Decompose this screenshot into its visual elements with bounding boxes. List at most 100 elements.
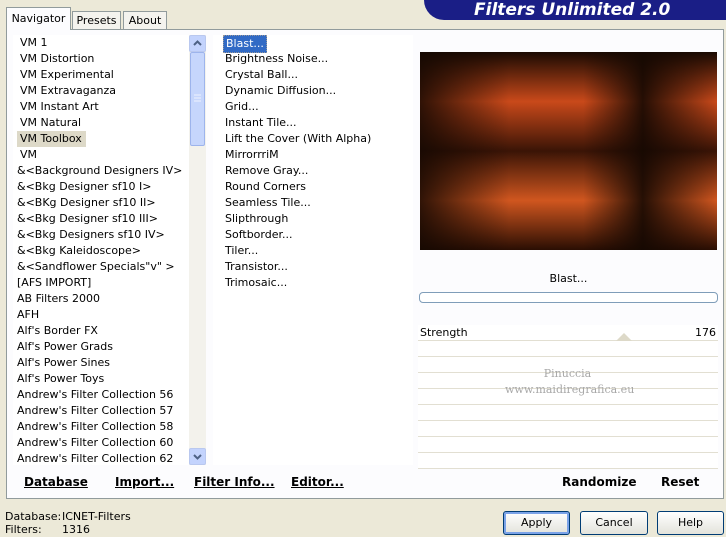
filters-label: Filters:	[5, 523, 42, 536]
filter-item[interactable]: Brightness Noise...	[223, 51, 413, 67]
scroll-thumb[interactable]	[190, 52, 205, 146]
filter-item[interactable]: Transistor...	[223, 259, 413, 275]
category-item[interactable]: Andrew's Filter Collection 57	[17, 403, 206, 419]
filter-item[interactable]: Round Corners	[223, 179, 413, 195]
category-item[interactable]: &<Background Designers IV>	[17, 163, 206, 179]
filter-item[interactable]: Instant Tile...	[223, 115, 413, 131]
category-item-label: Andrew's Filter Collection 62	[17, 452, 174, 465]
filter-item[interactable]: Blast...	[223, 35, 413, 53]
category-item[interactable]: Alf's Power Grads	[17, 339, 206, 355]
preview-filter-name: Blast...	[549, 272, 588, 285]
watermark-line: Pinuccia	[543, 367, 592, 380]
help-button[interactable]: Help	[657, 511, 724, 535]
filter-item[interactable]: Slipthrough	[223, 211, 413, 227]
filter-item[interactable]: Tiler...	[223, 243, 413, 259]
filter-item-label: MirrorrriM	[225, 148, 279, 161]
tab-navigator[interactable]: Navigator	[6, 7, 71, 30]
category-item[interactable]: AFH	[17, 307, 206, 323]
category-item[interactable]: Alf's Power Toys	[17, 371, 206, 387]
filter-item[interactable]: Remove Gray...	[223, 163, 413, 179]
category-item-label: &<Sandflower Specials"v" >	[17, 260, 175, 273]
category-item-label: VM Distortion	[20, 52, 95, 65]
category-item-label: [AFS IMPORT]	[17, 276, 92, 289]
category-item[interactable]: &<Bkg Designer sf10 I>	[17, 179, 206, 195]
param-row-empty	[418, 341, 718, 357]
filter-item-label: Transistor...	[225, 260, 288, 273]
filter-item-label: Brightness Noise...	[225, 52, 329, 65]
category-list[interactable]: VM 1 VM Distortion VM Experimental VM Extra…	[13, 35, 206, 465]
tab-presets[interactable]: Presets	[72, 11, 121, 30]
scroll-up-button[interactable]	[189, 35, 206, 52]
category-item[interactable]: VM	[17, 147, 206, 163]
category-item[interactable]: VM 1	[17, 35, 206, 51]
filter-info-button[interactable]: Filter Info...	[194, 475, 275, 489]
param-row-empty	[418, 421, 718, 437]
category-item[interactable]: &<BKg Designer sf10 II>	[17, 195, 206, 211]
filter-item[interactable]: Crystal Ball...	[223, 67, 413, 83]
category-item-label: Andrew's Filter Collection 57	[17, 404, 174, 417]
filter-item[interactable]: Trimosaic...	[223, 275, 413, 291]
category-item-label: VM 1	[20, 36, 48, 49]
category-item-label: VM Instant Art	[20, 100, 99, 113]
reset-button[interactable]: Reset	[661, 475, 699, 489]
import-button[interactable]: Import...	[115, 475, 174, 489]
chevron-up-icon	[193, 40, 202, 46]
database-label: Database:	[5, 510, 62, 523]
category-item[interactable]: VM Distortion	[17, 51, 206, 67]
editor-button[interactable]: Editor...	[291, 475, 344, 489]
category-item[interactable]: VM Experimental	[17, 67, 206, 83]
category-item[interactable]: Andrew's Filter Collection 58	[17, 419, 206, 435]
filters-count: 1316	[62, 523, 90, 536]
filter-item[interactable]: Lift the Cover (With Alpha)	[223, 131, 413, 147]
category-item-label: &<Bkg Kaleidoscope>	[17, 244, 142, 257]
tab-about[interactable]: About	[123, 11, 167, 30]
category-item[interactable]: VM Toolbox	[17, 131, 206, 147]
category-item-label: Andrew's Filter Collection 58	[17, 420, 174, 433]
category-item[interactable]: &<Bkg Designer sf10 III>	[17, 211, 206, 227]
category-item-label: Alf's Power Sines	[17, 356, 110, 369]
category-item[interactable]: &<Sandflower Specials"v" >	[17, 259, 206, 275]
app-title: Filters Unlimited 2.0	[474, 0, 671, 20]
scroll-down-button[interactable]	[189, 448, 206, 465]
category-item[interactable]: Andrew's Filter Collection 62	[17, 451, 206, 465]
param-slider-strength[interactable]: Strength 176	[418, 325, 718, 341]
category-item-label: VM Experimental	[20, 68, 114, 81]
category-item[interactable]: &<Bkg Designers sf10 IV>	[17, 227, 206, 243]
category-item-label: &<Bkg Designer sf10 I>	[17, 180, 152, 193]
watermark: Pinuccia www.maidiregrafica.eu	[505, 366, 634, 398]
slider-thumb-icon[interactable]	[616, 333, 632, 341]
category-item[interactable]: VM Instant Art	[17, 99, 206, 115]
category-item[interactable]: &<Bkg Kaleidoscope>	[17, 243, 206, 259]
filter-item-label: Round Corners	[225, 180, 307, 193]
param-row-empty	[418, 437, 718, 453]
category-item[interactable]: Alf's Power Sines	[17, 355, 206, 371]
category-item-label: AB Filters 2000	[17, 292, 101, 305]
category-item-label: Andrew's Filter Collection 56	[17, 388, 174, 401]
filter-item-label: Crystal Ball...	[225, 68, 298, 81]
category-item[interactable]: VM Natural	[17, 115, 206, 131]
category-item[interactable]: Andrew's Filter Collection 60	[17, 435, 206, 451]
apply-button[interactable]: Apply	[503, 511, 570, 535]
category-item-label: VM Extravaganza	[20, 84, 117, 97]
randomize-button[interactable]: Randomize	[562, 475, 636, 489]
category-item[interactable]: AB Filters 2000	[17, 291, 206, 307]
filter-item[interactable]: Dynamic Diffusion...	[223, 83, 413, 99]
category-item-label: AFH	[17, 308, 40, 321]
param-row-empty	[418, 453, 718, 469]
category-item[interactable]: [AFS IMPORT]	[17, 275, 206, 291]
filter-item-label: Softborder...	[225, 228, 293, 241]
filter-item[interactable]: Grid...	[223, 99, 413, 115]
filter-item[interactable]: Softborder...	[223, 227, 413, 243]
database-button[interactable]: Database	[24, 475, 88, 489]
filter-item-label: Remove Gray...	[225, 164, 309, 177]
category-item[interactable]: Alf's Border FX	[17, 323, 206, 339]
category-item[interactable]: VM Extravaganza	[17, 83, 206, 99]
cancel-button[interactable]: Cancel	[580, 511, 648, 535]
filter-item-label: Slipthrough	[225, 212, 289, 225]
filter-item[interactable]: MirrorrriM	[223, 147, 413, 163]
category-item-label: &<Background Designers IV>	[17, 164, 183, 177]
filter-list[interactable]: Blast... Brightness Noise... Crystal Ball.…	[213, 35, 413, 465]
filter-item[interactable]: Seamless Tile...	[223, 195, 413, 211]
category-item[interactable]: Andrew's Filter Collection 56	[17, 387, 206, 403]
category-scrollbar[interactable]	[189, 35, 206, 465]
